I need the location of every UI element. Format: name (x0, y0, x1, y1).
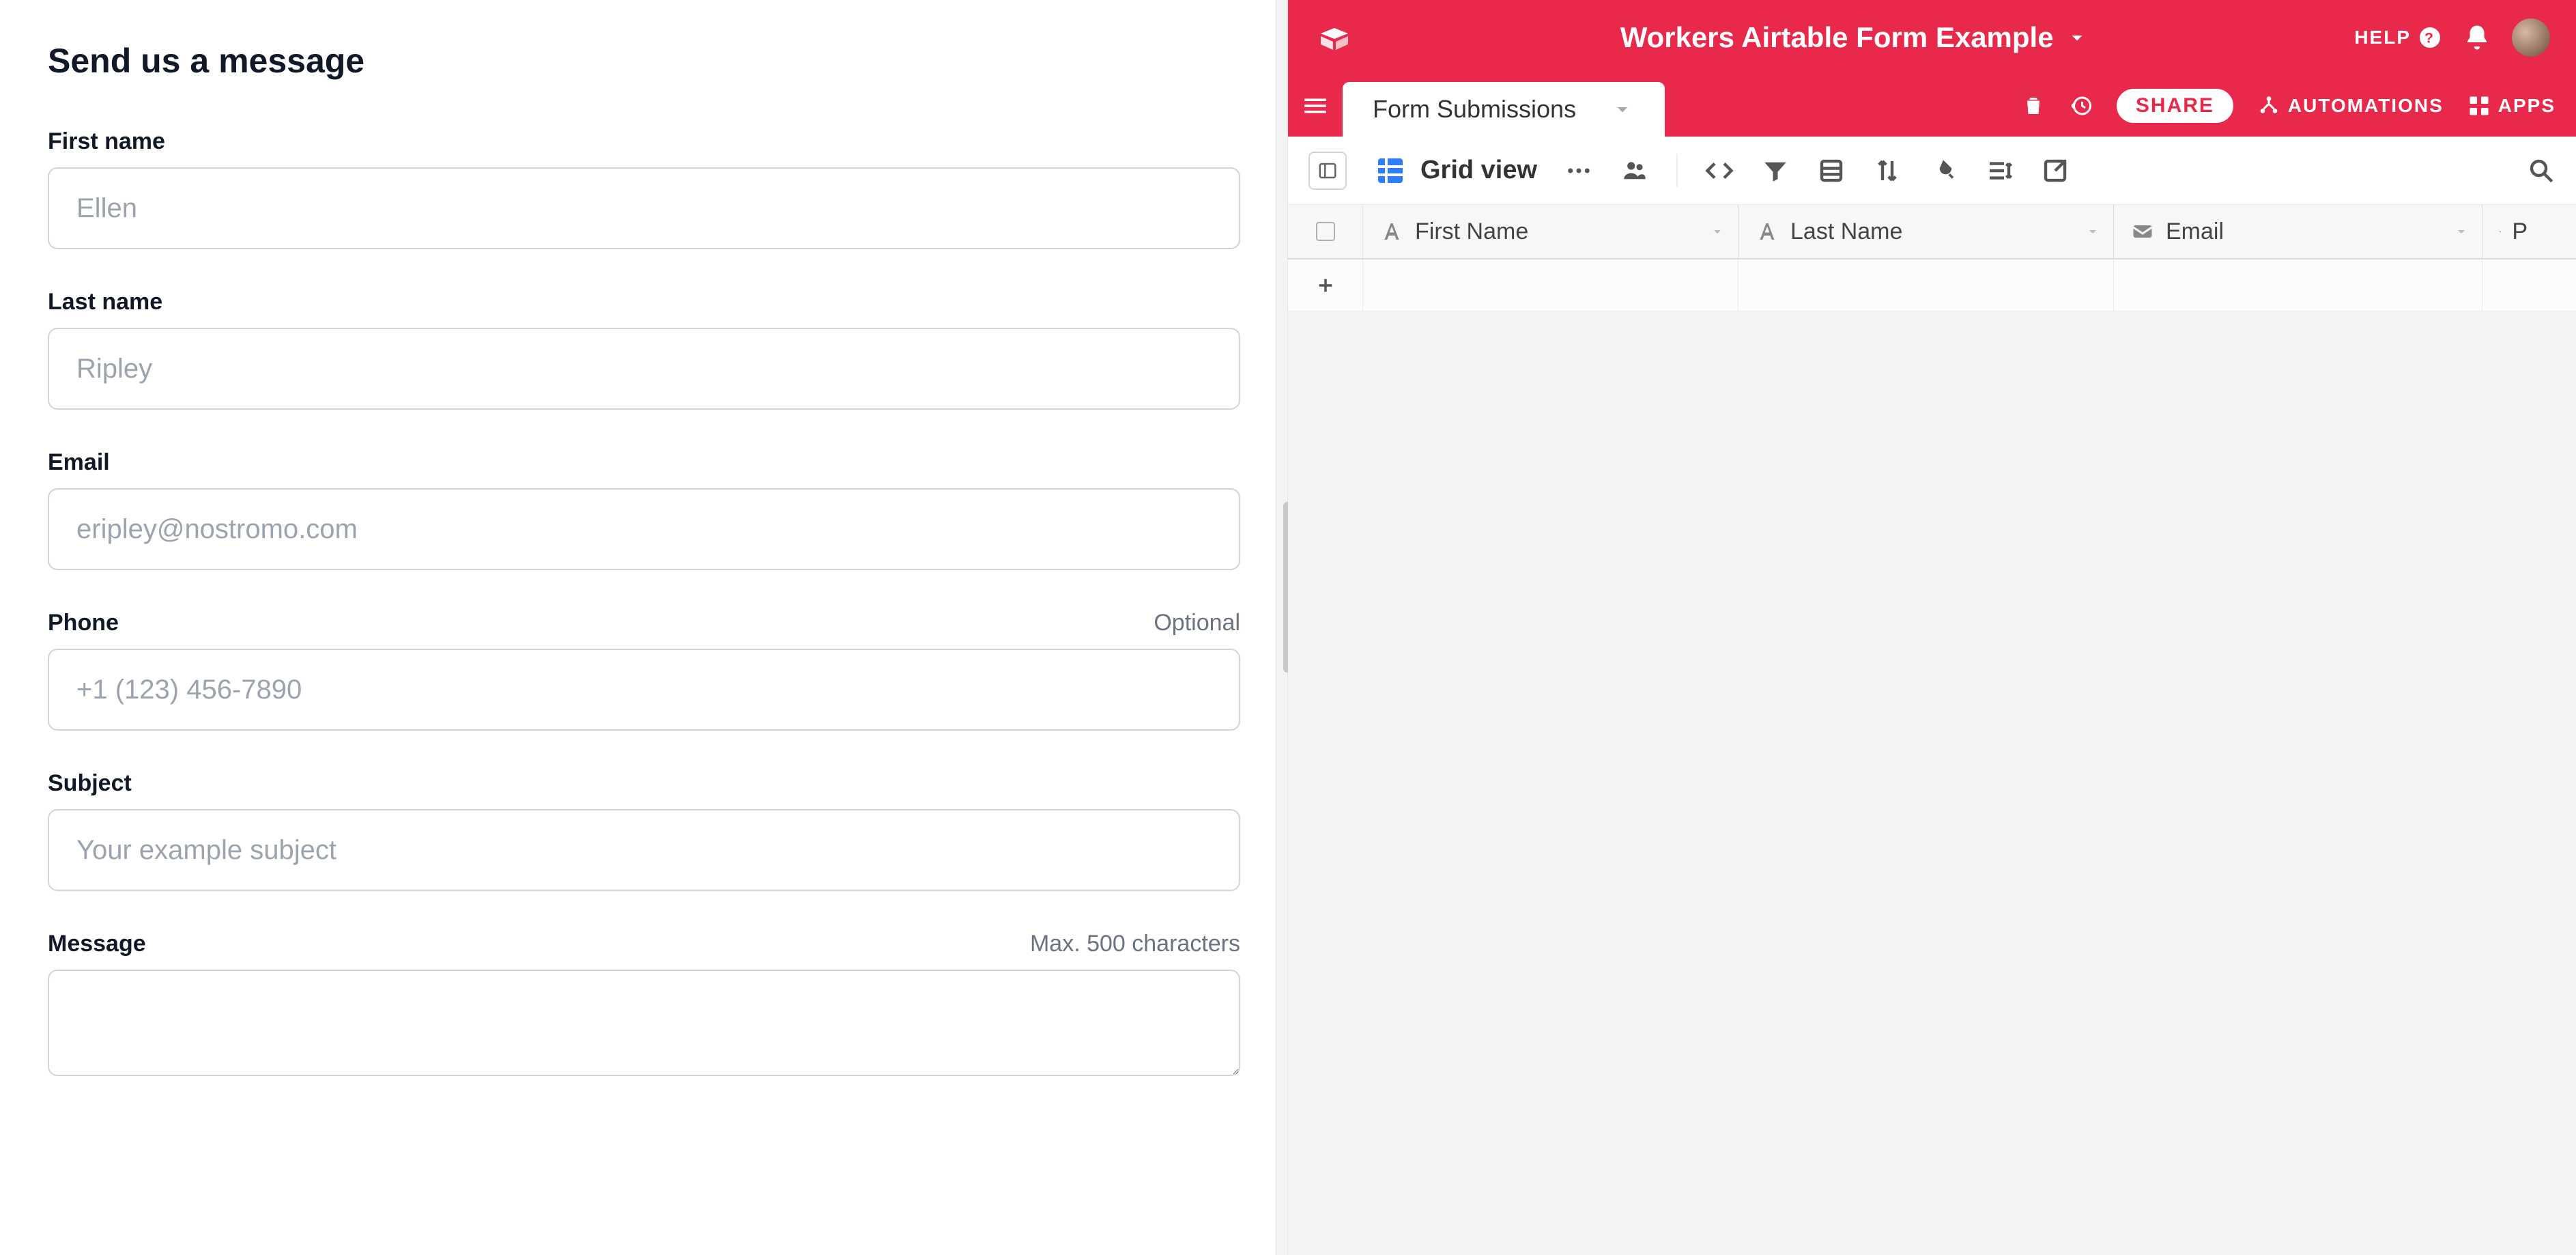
filter-icon[interactable] (1761, 156, 1790, 185)
column-label: First Name (1415, 218, 1528, 245)
user-avatar[interactable] (2512, 18, 2550, 57)
automations-icon (2257, 94, 2281, 118)
trash-icon[interactable] (2021, 94, 2046, 118)
apps-icon (2467, 94, 2491, 118)
text-field-icon (1379, 219, 1404, 244)
tab-label: Form Submissions (1373, 95, 1576, 124)
last-name-group: Last name (48, 289, 1240, 410)
search-icon[interactable] (2527, 156, 2556, 185)
chevron-down-icon[interactable] (2453, 223, 2470, 240)
first-name-label: First name (48, 128, 165, 155)
collaborators-icon[interactable] (1620, 156, 1649, 185)
subject-label: Subject (48, 770, 132, 797)
notifications-icon[interactable] (2463, 23, 2491, 52)
phone-hint: Optional (1154, 610, 1240, 636)
view-sidebar-toggle[interactable] (1308, 152, 1347, 190)
airtable-header: Workers Airtable Form Example HELP ? (1288, 0, 2576, 75)
group-icon[interactable] (1817, 156, 1846, 185)
chevron-down-icon[interactable] (2085, 223, 2101, 240)
text-field-icon (1755, 219, 1779, 244)
view-toolbar: Grid view (1288, 137, 2576, 205)
view-switcher[interactable]: Grid view (1374, 154, 1537, 187)
color-icon[interactable] (1929, 156, 1958, 185)
history-icon[interactable] (2069, 94, 2093, 118)
phone-field-icon (2499, 219, 2501, 244)
select-all-checkbox[interactable] (1316, 222, 1335, 241)
form-pane: Send us a message First name Last name E… (0, 0, 1288, 1255)
table-menu-button[interactable] (1288, 75, 1343, 137)
code-icon[interactable] (1705, 156, 1734, 185)
column-email[interactable]: Email (2114, 205, 2482, 258)
chevron-down-icon[interactable] (1610, 97, 1635, 122)
airtable-tabs-row: Form Submissions SHARE AUTOMATIONS APPS (1288, 75, 2576, 137)
column-phone[interactable]: P (2482, 205, 2544, 258)
message-label: Message (48, 931, 146, 957)
chevron-down-icon[interactable] (2065, 25, 2089, 50)
help-icon: ? (2418, 25, 2442, 50)
last-name-label: Last name (48, 289, 162, 315)
first-name-group: First name (48, 128, 1240, 249)
grid-header: First Name Last Name Email P (1288, 205, 2576, 259)
share-button[interactable]: SHARE (2117, 89, 2233, 123)
grid-body (1288, 259, 2576, 1255)
tab-form-submissions[interactable]: Form Submissions (1343, 82, 1665, 137)
phone-label: Phone (48, 610, 119, 636)
phone-input[interactable] (48, 649, 1240, 731)
email-label: Email (48, 449, 110, 476)
svg-text:?: ? (2424, 31, 2435, 46)
more-icon[interactable] (1564, 156, 1593, 185)
phone-group: Phone Optional (48, 610, 1240, 731)
subject-group: Subject (48, 770, 1240, 891)
table-row[interactable] (1363, 259, 2576, 311)
base-title[interactable]: Workers Airtable Form Example (1620, 21, 2054, 54)
email-input[interactable] (48, 488, 1240, 570)
grid-view-icon (1374, 154, 1407, 187)
email-field-icon (2130, 219, 2155, 244)
subject-input[interactable] (48, 809, 1240, 891)
sort-icon[interactable] (1873, 156, 1902, 185)
grid-empty-area (1288, 311, 2576, 1255)
pane-divider-handle[interactable] (1276, 0, 1288, 1255)
help-label: HELP (2354, 27, 2411, 48)
column-label: Email (2166, 218, 2224, 245)
column-last-name[interactable]: Last Name (1738, 205, 2114, 258)
chevron-down-icon[interactable] (1709, 223, 1726, 240)
message-hint: Max. 500 characters (1030, 931, 1240, 957)
airtable-pane: Workers Airtable Form Example HELP ? For… (1288, 0, 2576, 1255)
column-label: Last Name (1790, 218, 1902, 245)
message-textarea[interactable] (48, 970, 1240, 1076)
row-height-icon[interactable] (1985, 156, 2014, 185)
add-row-button[interactable] (1288, 259, 1363, 311)
plus-icon (1316, 276, 1335, 295)
email-group: Email (48, 449, 1240, 570)
apps-button[interactable]: APPS (2467, 94, 2556, 118)
first-name-input[interactable] (48, 167, 1240, 249)
message-group: Message Max. 500 characters (48, 931, 1240, 1080)
column-label: P (2512, 218, 2528, 245)
share-view-icon[interactable] (2041, 156, 2070, 185)
last-name-input[interactable] (48, 328, 1240, 410)
airtable-logo-icon[interactable] (1314, 17, 1355, 58)
select-all-cell[interactable] (1288, 205, 1363, 258)
column-first-name[interactable]: First Name (1363, 205, 1738, 258)
view-label: Grid view (1420, 156, 1537, 185)
automations-button[interactable]: AUTOMATIONS (2257, 94, 2444, 118)
form-title: Send us a message (48, 41, 1240, 81)
help-button[interactable]: HELP ? (2354, 25, 2442, 50)
